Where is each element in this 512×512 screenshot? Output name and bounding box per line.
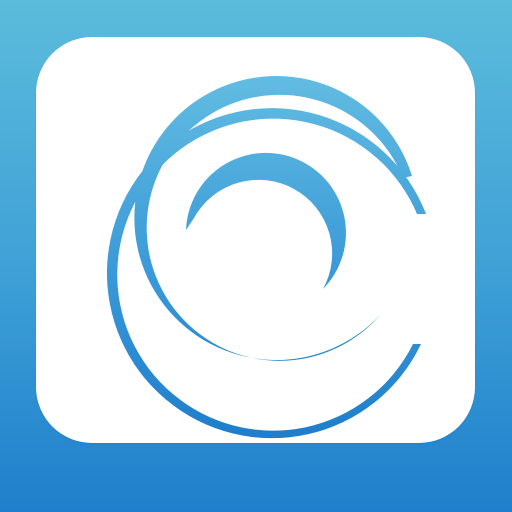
spiral-inner-hook <box>186 152 346 289</box>
spiral-middle-ring <box>134 76 412 361</box>
spiral-logo-icon <box>106 76 427 439</box>
app-icon-canvas <box>0 0 512 512</box>
